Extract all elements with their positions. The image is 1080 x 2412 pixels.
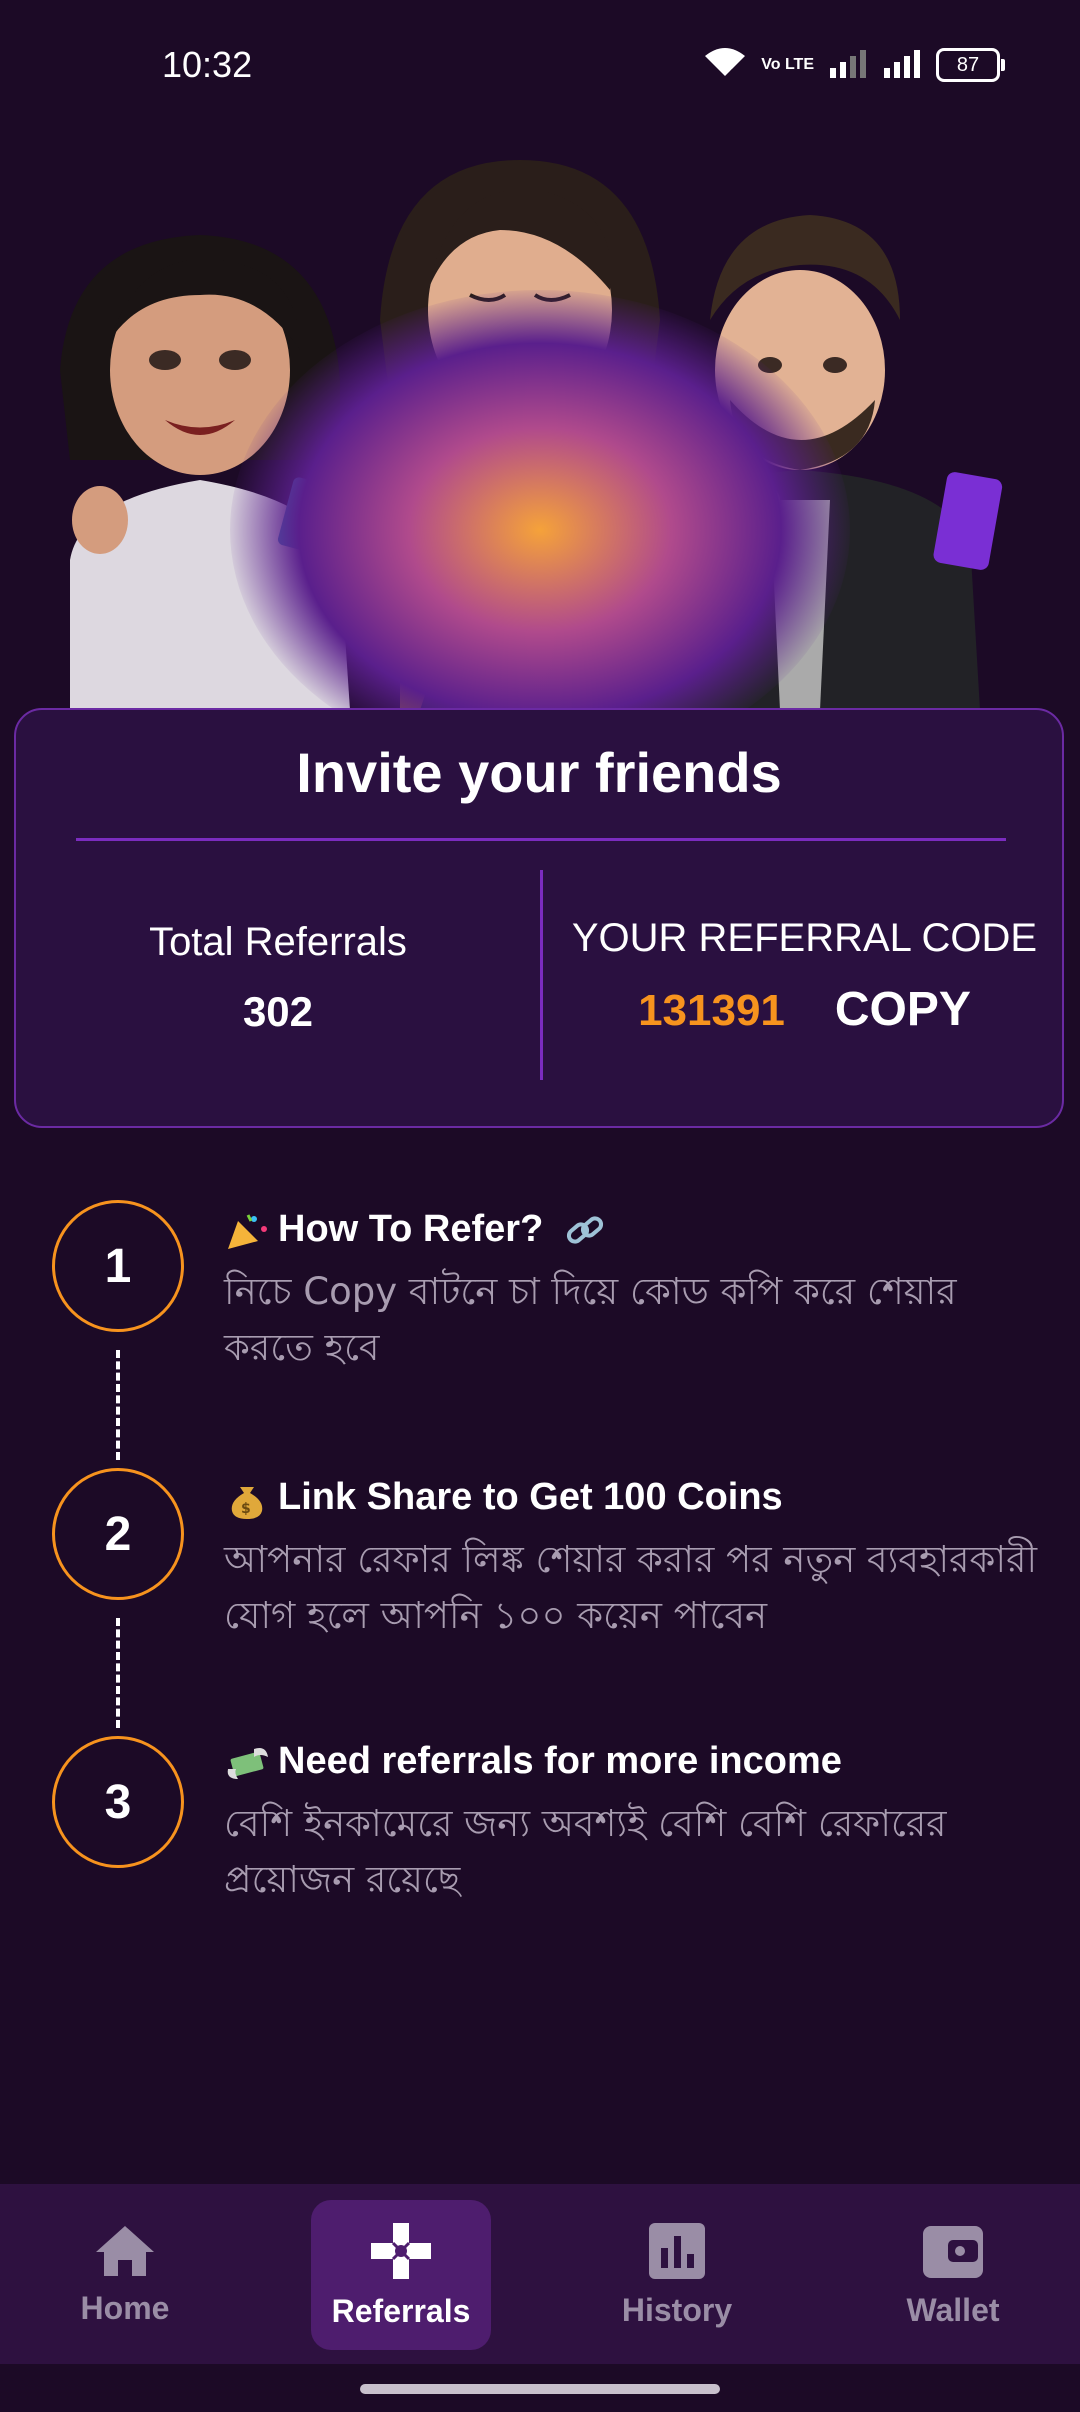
step-3-title: Need referrals for more income — [224, 1740, 842, 1783]
nav-home[interactable]: Home — [35, 2200, 215, 2350]
home-icon — [94, 2224, 156, 2278]
nav-referrals-label: Referrals — [331, 2292, 471, 2329]
home-indicator[interactable] — [360, 2384, 720, 2394]
signal-2-icon — [882, 48, 922, 82]
step-3-circle: 3 — [52, 1736, 184, 1868]
step-1-title-text: How To Refer? — [278, 1208, 544, 1250]
wallet-icon — [922, 2222, 984, 2280]
step-2-title-text: Link Share to Get 100 Coins — [278, 1476, 783, 1518]
referral-code-row: 131391 COPY — [543, 982, 1066, 1037]
status-time: 10:32 — [162, 44, 253, 85]
nav-wallet-label: Wallet — [906, 2291, 1000, 2328]
battery-icon: 87 — [936, 48, 1005, 82]
copy-code-button[interactable]: COPY — [835, 982, 971, 1037]
link-icon — [562, 1211, 608, 1251]
money-bag-icon: $ — [224, 1479, 270, 1519]
bottom-nav: Home Referrals History Wallet — [0, 2184, 1080, 2364]
step-3-description: বেশি ইনকামেরে জন্য অবশ্যই বেশি বেশি রেফা… — [224, 1802, 947, 1901]
nav-history[interactable]: History — [587, 2200, 767, 2350]
step-2-description: আপনার রেফার লিঙ্ক শেয়ার করার পর নতুন ব্… — [224, 1538, 1038, 1637]
step-3-title-text: Need referrals for more income — [278, 1740, 842, 1782]
step-1-description: নিচে Copy বাটনে চা দিয়ে কোড কপি করে শেয… — [224, 1270, 957, 1369]
nav-home-label: Home — [80, 2289, 170, 2326]
card-divider-vertical — [540, 870, 543, 1080]
svg-text:$: $ — [241, 1501, 251, 1517]
step-connector — [116, 1350, 120, 1460]
total-referrals-value: 302 — [242, 988, 314, 1035]
invite-title: Invite your friends — [296, 741, 782, 804]
step-connector — [116, 1618, 120, 1728]
status-bar: 10:32 Vo LTE 87 — [0, 0, 1080, 140]
step-1-circle: 1 — [52, 1200, 184, 1332]
nav-referrals[interactable]: Referrals — [311, 2200, 491, 2350]
history-chart-icon — [648, 2222, 706, 2280]
referrals-icon — [369, 2221, 433, 2281]
step-2-title: $ Link Share to Get 100 Coins — [224, 1476, 783, 1519]
total-referrals-label: Total Referrals — [149, 920, 407, 964]
invite-card: Invite your friends Total Referrals 302 … — [14, 708, 1064, 1128]
nav-history-label: History — [621, 2291, 733, 2328]
step-1-title: How To Refer? — [224, 1208, 616, 1251]
wifi-icon — [703, 46, 747, 84]
hero-illustration — [0, 120, 1080, 710]
referral-code-value: 131391 — [638, 986, 785, 1035]
party-popper-icon — [224, 1211, 270, 1251]
step-2-circle: 2 — [52, 1468, 184, 1600]
volte-indicator: Vo LTE — [761, 56, 814, 73]
referral-code-label: YOUR REFERRAL CODE — [571, 916, 1038, 960]
status-icons: Vo LTE 87 — [703, 46, 1005, 84]
nav-wallet[interactable]: Wallet — [863, 2200, 1043, 2350]
card-divider-horizontal — [76, 838, 1006, 841]
signal-1-icon — [828, 48, 868, 82]
money-with-wings-icon — [224, 1743, 270, 1783]
